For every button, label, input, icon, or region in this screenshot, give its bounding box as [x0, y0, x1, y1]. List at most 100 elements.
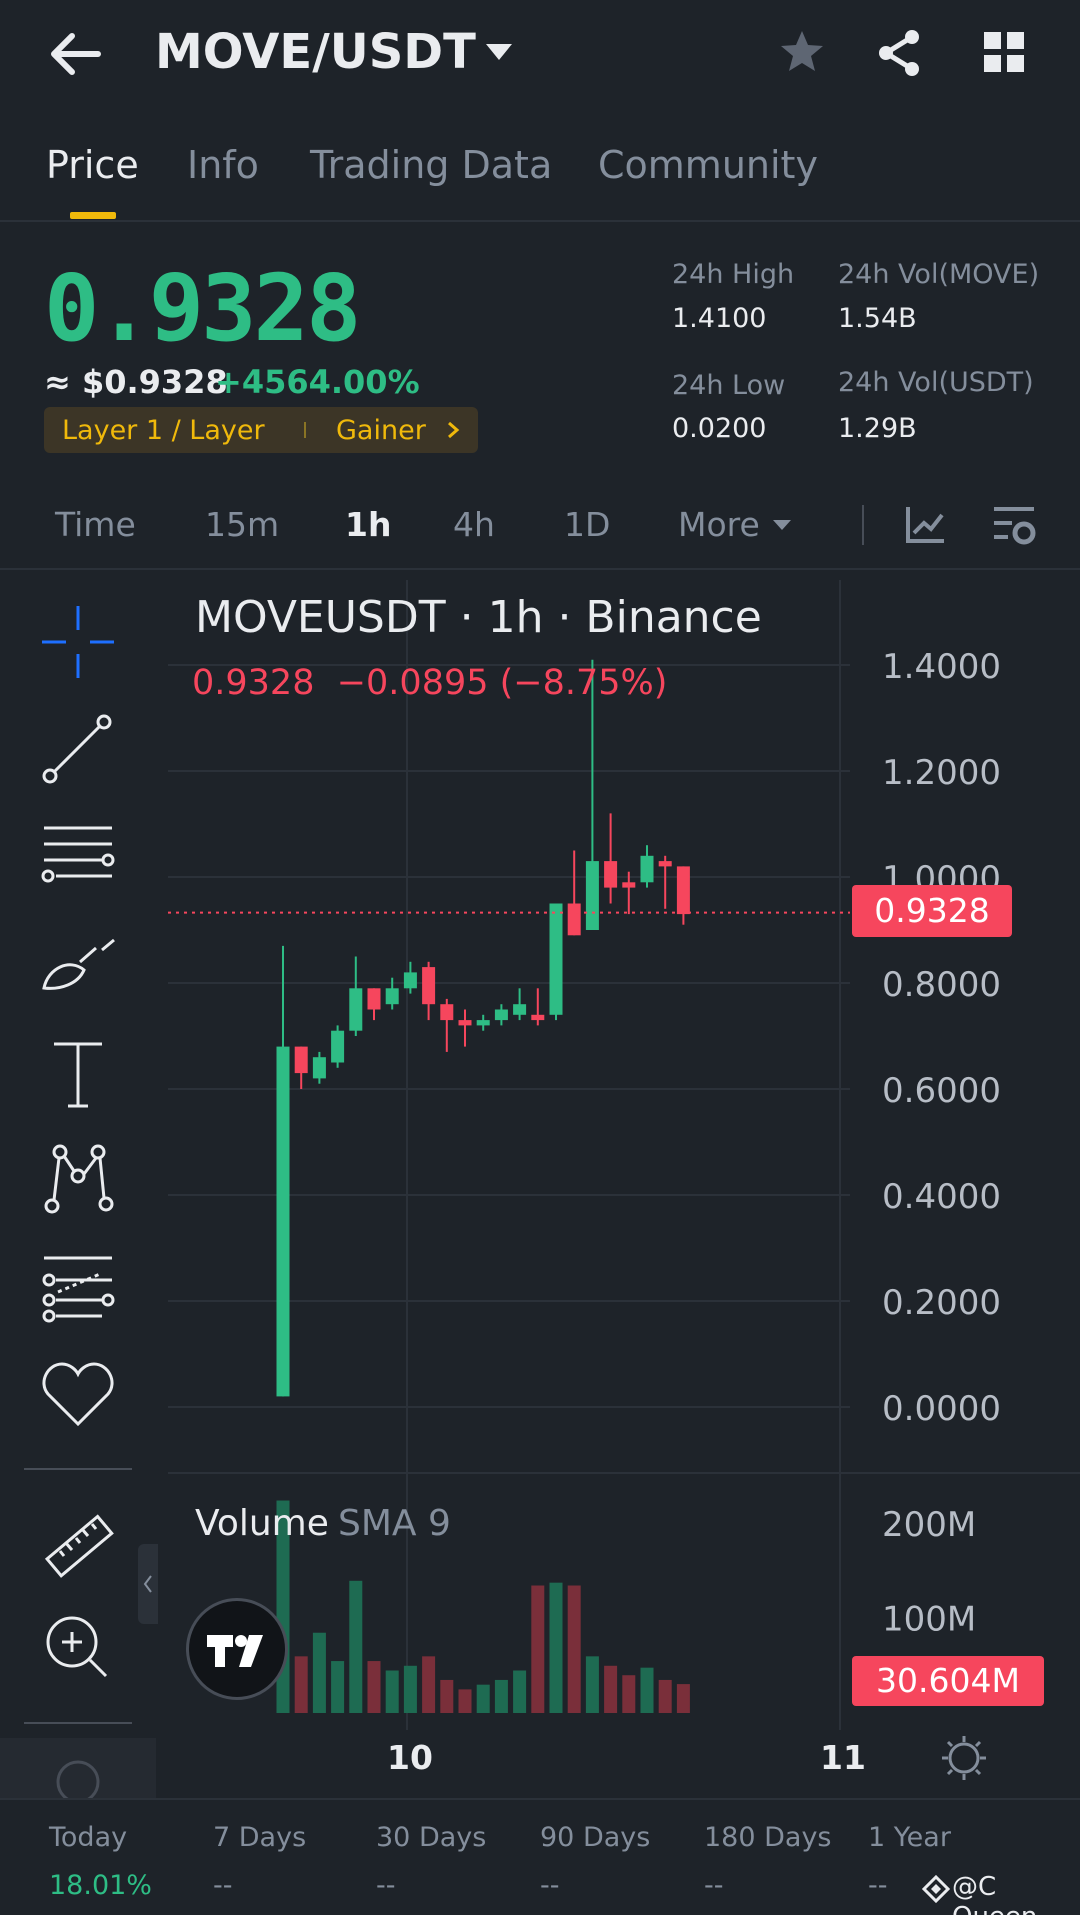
price-chart[interactable]: 1.40001.20001.00000.80000.60000.40000.20… [0, 570, 1080, 1800]
y-tick-label: 0.6000 [882, 1071, 1001, 1111]
y-tick-label: 0.8000 [882, 965, 1001, 1005]
pair-title[interactable]: MOVE/USDT [155, 24, 476, 80]
candle-body [494, 1009, 508, 1021]
y-tick-label: 1.4000 [882, 647, 1001, 687]
chevron-right-icon [444, 420, 462, 440]
perf-label-1y: 1 Year [868, 1822, 951, 1853]
stat-24h-vol-move-label: 24h Vol(MOVE) [838, 259, 1040, 290]
volume-tick-label: 200M [882, 1505, 976, 1545]
volume-bar [494, 1679, 508, 1713]
stat-24h-high-label: 24h High [672, 259, 795, 290]
watermark: @C Queen [952, 1872, 1037, 1915]
chart-settings-icon[interactable] [990, 503, 1038, 547]
candle-body [367, 988, 381, 1010]
x-label-11: 11 [820, 1738, 866, 1777]
volume-bar [476, 1684, 490, 1713]
chart-ohlc-line: 0.9328 −0.0895 (−8.75%) [192, 663, 668, 703]
tag-bar[interactable]: Layer 1 / Layer Gainer [44, 407, 478, 453]
x-label-10: 10 [387, 1738, 433, 1777]
perf-label-today: Today [49, 1822, 128, 1853]
tab-price[interactable]: Price [46, 143, 139, 187]
stat-24h-low-value: 0.0200 [672, 413, 767, 444]
price-change-percent: +4564.00% [215, 363, 420, 401]
candle-body [585, 861, 599, 930]
tag-gainer[interactable]: Gainer [336, 415, 426, 446]
volume-bar [622, 1675, 636, 1713]
volume-bar [513, 1670, 527, 1713]
volume-sma: SMA 9 [338, 1503, 451, 1544]
perf-label-7d: 7 Days [213, 1822, 307, 1853]
volume-bar [658, 1679, 672, 1713]
tab-trading-data[interactable]: Trading Data [310, 143, 552, 187]
volume-bar [331, 1661, 345, 1713]
y-tick-label: 1.2000 [882, 753, 1001, 793]
y-tick-label: 0.4000 [882, 1177, 1001, 1217]
volume-bar [604, 1665, 618, 1713]
stat-24h-high-value: 1.4100 [672, 303, 767, 334]
volume-bar [458, 1689, 472, 1713]
timezone-settings-icon[interactable] [940, 1734, 988, 1782]
active-tab-indicator [70, 212, 116, 219]
tab-community[interactable]: Community [598, 143, 818, 187]
volume-bar [640, 1667, 654, 1713]
tag-layer[interactable]: Layer 1 / Layer [62, 415, 265, 446]
perf-value-30d: -- [376, 1870, 396, 1901]
divider [0, 220, 1080, 222]
chart-symbol-line: MOVEUSDT · 1h · Binance [195, 592, 762, 643]
candle-body [440, 1004, 454, 1021]
candle-body [476, 1020, 490, 1026]
perf-value-7d: -- [213, 1870, 233, 1901]
candle-body [640, 855, 654, 883]
interval-1d[interactable]: 1D [564, 505, 610, 544]
share-icon[interactable] [876, 28, 924, 78]
divider [0, 1798, 1080, 1800]
candle-body [294, 1046, 308, 1074]
interval-1h[interactable]: 1h [345, 505, 391, 544]
volume-bar [349, 1580, 363, 1713]
interval-time[interactable]: Time [55, 505, 136, 544]
back-arrow-icon[interactable] [48, 30, 104, 78]
volume-bar [403, 1665, 417, 1713]
y-axis-ticks: 1.40001.20001.00000.80000.60000.40000.20… [882, 647, 1001, 1429]
perf-value-90d: -- [540, 1870, 560, 1901]
tradingview-logo[interactable] [186, 1598, 288, 1700]
last-price: 0.9328 [44, 255, 361, 362]
perf-value-today: 18.01% [49, 1870, 152, 1901]
candle-body [331, 1030, 345, 1063]
perf-label-90d: 90 Days [540, 1822, 651, 1853]
interval-15m[interactable]: 15m [205, 505, 279, 544]
volume-axis-ticks: 200M 100M [882, 1505, 976, 1639]
stat-24h-vol-usdt-value: 1.29B [838, 413, 917, 444]
usd-price: ≈ $0.9328 [44, 363, 228, 401]
volume-bar [440, 1679, 454, 1713]
volume-bar [294, 1656, 308, 1713]
stat-24h-vol-move-value: 1.54B [838, 303, 917, 334]
candle-body [567, 903, 581, 936]
star-icon[interactable] [778, 28, 826, 76]
candle-body [604, 861, 618, 888]
interval-4h[interactable]: 4h [453, 505, 495, 544]
more-caret-icon[interactable] [770, 517, 794, 533]
stat-24h-low-label: 24h Low [672, 370, 786, 401]
candle-body [513, 1004, 527, 1015]
volume-bar [312, 1632, 326, 1713]
interval-more[interactable]: More [678, 505, 760, 544]
candle-body [385, 988, 399, 1005]
candle-body [349, 988, 363, 1031]
candle-body [622, 882, 636, 888]
candle-body [276, 1046, 290, 1397]
current-price-label: 0.9328 [852, 885, 1012, 937]
volume-bar [567, 1585, 581, 1713]
volume-bar [676, 1684, 690, 1713]
tab-info[interactable]: Info [187, 143, 259, 187]
header: MOVE/USDT [0, 0, 1080, 110]
candle-body [312, 1057, 326, 1079]
dropdown-caret-icon[interactable] [484, 40, 514, 64]
grid-icon[interactable] [982, 30, 1026, 74]
y-tick-label: 0.0000 [882, 1389, 1001, 1429]
perf-label-180d: 180 Days [704, 1822, 832, 1853]
perf-value-1y: -- [868, 1870, 888, 1901]
perf-label-30d: 30 Days [376, 1822, 487, 1853]
indicators-icon[interactable] [904, 505, 946, 545]
candle-body [658, 861, 672, 867]
